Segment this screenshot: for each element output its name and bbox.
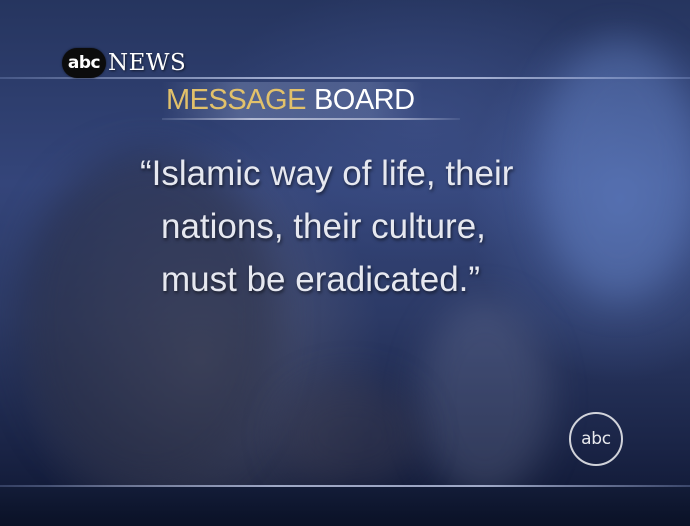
segment-title-message: MESSAGE bbox=[166, 83, 306, 116]
background-figure-lower bbox=[280, 380, 420, 490]
abc-news-logo: abc NEWS bbox=[62, 46, 186, 80]
background-figure-center bbox=[420, 300, 550, 500]
quote-line-1: “Islamic way of life, their bbox=[140, 154, 514, 193]
abc-watermark-icon: abc bbox=[569, 412, 623, 466]
news-wordmark: NEWS bbox=[108, 50, 187, 76]
broadcast-frame: abc NEWS MESSAGE BOARD “Islamic way of l… bbox=[0, 0, 690, 526]
quote-line-3: must be eradicated.” bbox=[161, 260, 481, 299]
quote-text: “Islamic way of life, their nations, the… bbox=[140, 147, 640, 306]
segment-title-board: BOARD bbox=[313, 83, 415, 116]
segment-title: MESSAGE BOARD bbox=[162, 82, 423, 118]
abc-logo-disc: abc bbox=[62, 48, 106, 78]
segment-title-underline bbox=[162, 118, 460, 120]
quote-line-2: nations, their culture, bbox=[161, 207, 486, 246]
lower-band bbox=[0, 487, 690, 526]
